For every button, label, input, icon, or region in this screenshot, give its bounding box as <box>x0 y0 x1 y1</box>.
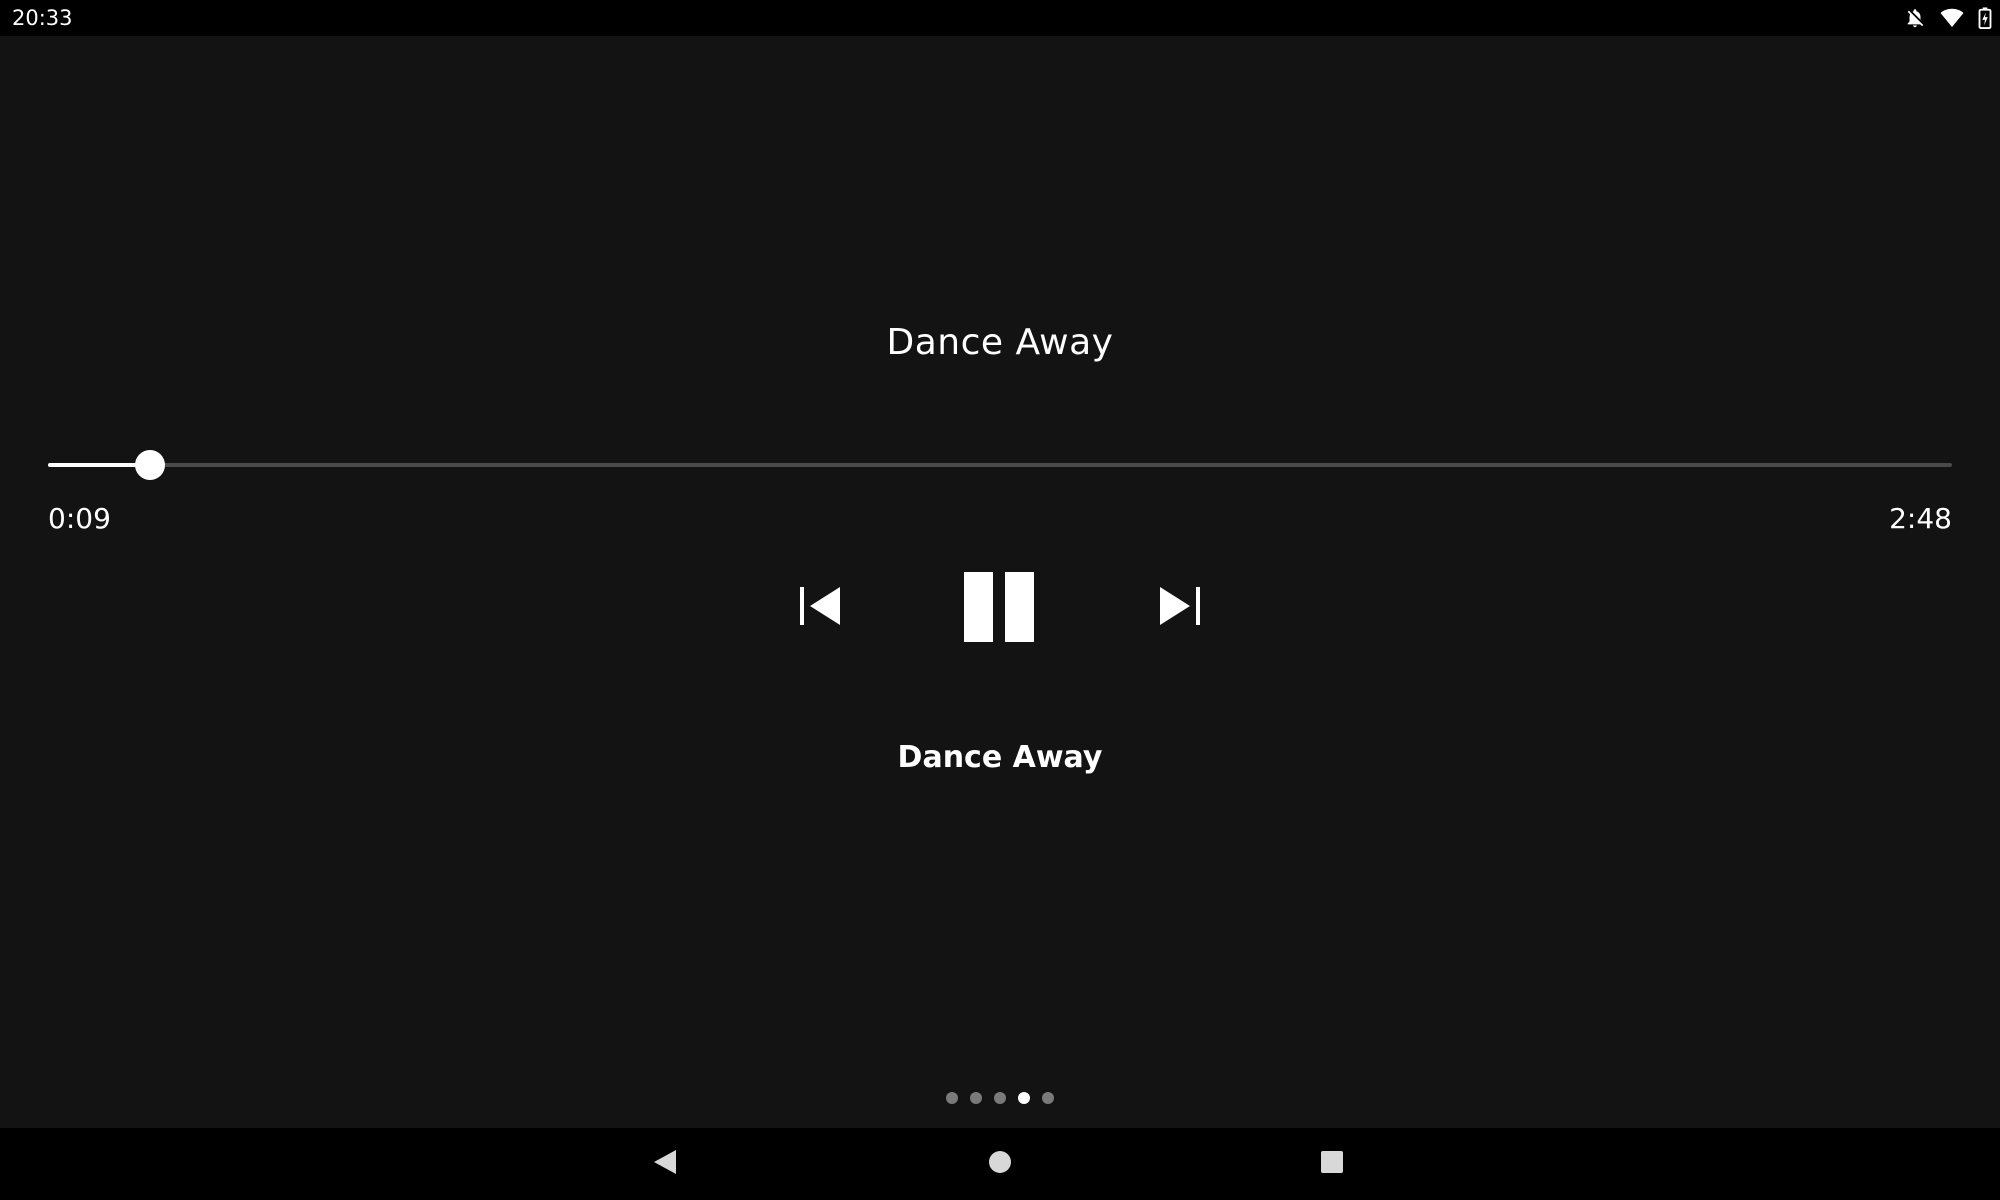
song-title: Dance Away <box>886 322 1114 363</box>
navigation-bar <box>0 1128 2000 1200</box>
status-icons <box>1904 6 1992 30</box>
media-player-screen: 20:33 Dance Away 0:09 2:48 Dance Away <box>0 0 2000 1200</box>
page-dot <box>970 1092 982 1104</box>
pause-icon <box>964 571 1036 647</box>
back-button[interactable] <box>643 1142 687 1186</box>
skip-next-button[interactable] <box>1150 576 1210 640</box>
pause-button[interactable] <box>950 568 1050 650</box>
recents-icon <box>1320 1150 1344 1179</box>
skip-previous-button[interactable] <box>790 576 850 640</box>
total-duration: 2:48 <box>1889 502 1952 535</box>
status-time: 20:33 <box>12 6 73 30</box>
page-dot-active <box>1018 1092 1030 1104</box>
skip-previous-icon <box>798 586 842 631</box>
notifications-off-icon <box>1904 7 1926 29</box>
page-indicator <box>0 1092 2000 1106</box>
seek-track <box>48 463 1952 467</box>
page-dot <box>994 1092 1006 1104</box>
home-icon <box>988 1150 1012 1179</box>
status-bar: 20:33 <box>0 0 2000 36</box>
wifi-icon <box>1940 7 1964 29</box>
back-icon <box>652 1148 678 1181</box>
page-dot <box>946 1092 958 1104</box>
battery-charging-icon <box>1978 7 1992 29</box>
home-button[interactable] <box>978 1142 1022 1186</box>
page-dot <box>1042 1092 1054 1104</box>
skip-next-icon <box>1158 586 1202 631</box>
elapsed-time: 0:09 <box>48 502 111 535</box>
recents-button[interactable] <box>1310 1142 1354 1186</box>
artist-name: Dance Away <box>897 740 1103 775</box>
seek-bar[interactable] <box>48 448 1952 482</box>
seek-thumb[interactable] <box>135 450 166 480</box>
